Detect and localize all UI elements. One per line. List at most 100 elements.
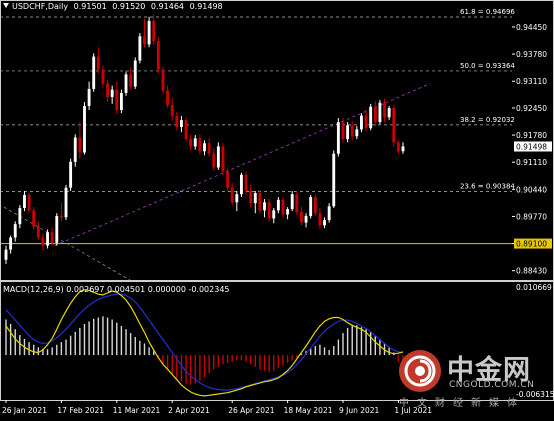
date-axis-label: 9 Jun 2021: [339, 406, 380, 415]
candle-body: [401, 146, 405, 152]
candle-body: [110, 89, 114, 98]
candle-body: [235, 194, 239, 203]
candle: [101, 65, 105, 88]
candle-body: [309, 197, 313, 217]
candle-body: [332, 153, 336, 207]
candle: [392, 105, 396, 147]
price-axis-label: 0.91780: [516, 131, 547, 140]
candle: [69, 158, 73, 191]
candle: [221, 143, 225, 175]
date-axis-label: 11 Mar 2021: [113, 406, 161, 415]
fib-level-label: 23.6 = 0.90384: [460, 183, 515, 191]
candle: [364, 109, 368, 132]
candle: [119, 89, 123, 114]
candle-body: [184, 120, 188, 140]
candle-body: [138, 36, 142, 61]
candle: [64, 184, 68, 221]
candle: [281, 197, 285, 218]
symbol-header: USDCHF,Daily 0.91501 0.91520 0.91464 0.9…: [3, 2, 223, 11]
candle-body: [32, 210, 36, 227]
candle: [170, 97, 174, 121]
candle: [156, 37, 160, 74]
price-axis-label: 0.93110: [516, 77, 547, 86]
candle-body: [221, 146, 225, 172]
low-value: 0.91464: [150, 2, 185, 11]
trend-line-up: [54, 83, 431, 246]
candle: [184, 117, 188, 143]
candle-body: [336, 122, 340, 154]
candle: [73, 134, 77, 167]
candle: [55, 213, 59, 246]
candle: [92, 53, 96, 92]
candle-body: [383, 102, 386, 118]
date-axis-label: 17 Feb 2021: [57, 406, 104, 415]
candle: [96, 47, 100, 74]
candle-body: [290, 194, 294, 210]
candle-body: [64, 187, 68, 218]
candle: [207, 138, 211, 157]
candle-body: [115, 89, 119, 110]
date-axis-label: 26 Apr 2021: [228, 406, 275, 415]
candle-body: [212, 153, 216, 168]
candle-body: [392, 107, 396, 143]
date-axis-label: 26 Jan 2021: [2, 406, 47, 415]
candle: [309, 195, 313, 219]
candle: [87, 81, 91, 110]
candle-body: [360, 115, 363, 130]
candle-body: [166, 90, 170, 106]
candle: [350, 121, 354, 141]
candle-body: [276, 199, 280, 211]
candle: [304, 213, 308, 228]
candle-body: [36, 226, 40, 238]
candle-body: [175, 116, 179, 127]
candle-body: [50, 232, 54, 243]
candle-body: [41, 237, 45, 246]
candle-body: [313, 197, 317, 214]
candle-body: [55, 216, 59, 243]
candle-body: [4, 249, 8, 260]
candle-body: [207, 143, 211, 154]
candle-body: [323, 220, 326, 226]
macd-indicator-label: MACD(12,26,9) 0.002697 0.004501 0.000000…: [3, 285, 230, 294]
candle-body: [369, 106, 373, 129]
candle: [198, 134, 202, 155]
candle-body: [350, 125, 354, 137]
candle-body: [378, 102, 382, 123]
fib-level-label: 38.2 = 0.92032: [460, 116, 515, 124]
dropdown-arrow-icon[interactable]: [3, 3, 9, 8]
candle-body: [267, 202, 271, 219]
date-axis-label: 2 Apr 2021: [168, 406, 210, 415]
candle: [129, 67, 133, 90]
candle: [147, 16, 151, 48]
level-price-tag-text: 0.89100: [516, 240, 547, 249]
candle: [179, 116, 183, 133]
candle: [272, 207, 276, 224]
candle-body: [179, 120, 183, 127]
candle-body: [152, 20, 156, 42]
candle: [212, 148, 216, 171]
candle: [46, 229, 49, 249]
candle-body: [124, 74, 128, 93]
candle: [249, 184, 253, 208]
candle-body: [387, 107, 391, 118]
candle: [175, 112, 179, 131]
watermark-subtitle: 中文财经新媒体: [399, 398, 525, 409]
candle-body: [216, 146, 220, 168]
fib-level-label: 50.0 = 0.93364: [460, 62, 515, 70]
candle-body: [198, 138, 202, 152]
candle-body: [281, 199, 285, 215]
candle-body: [318, 213, 322, 226]
candle-body: [396, 142, 400, 152]
candle: [4, 245, 8, 264]
candle-body: [46, 232, 49, 246]
candle: [23, 190, 26, 212]
price-axis-label: 0.93780: [516, 50, 547, 59]
candle-body: [83, 105, 86, 153]
candle: [327, 203, 331, 223]
high-value: 0.91520: [112, 2, 146, 11]
candle: [138, 33, 142, 64]
candle-body: [304, 216, 308, 223]
close-value: 0.91498: [189, 2, 223, 11]
candle: [226, 168, 230, 191]
price-axis-label: 0.90440: [516, 185, 547, 194]
